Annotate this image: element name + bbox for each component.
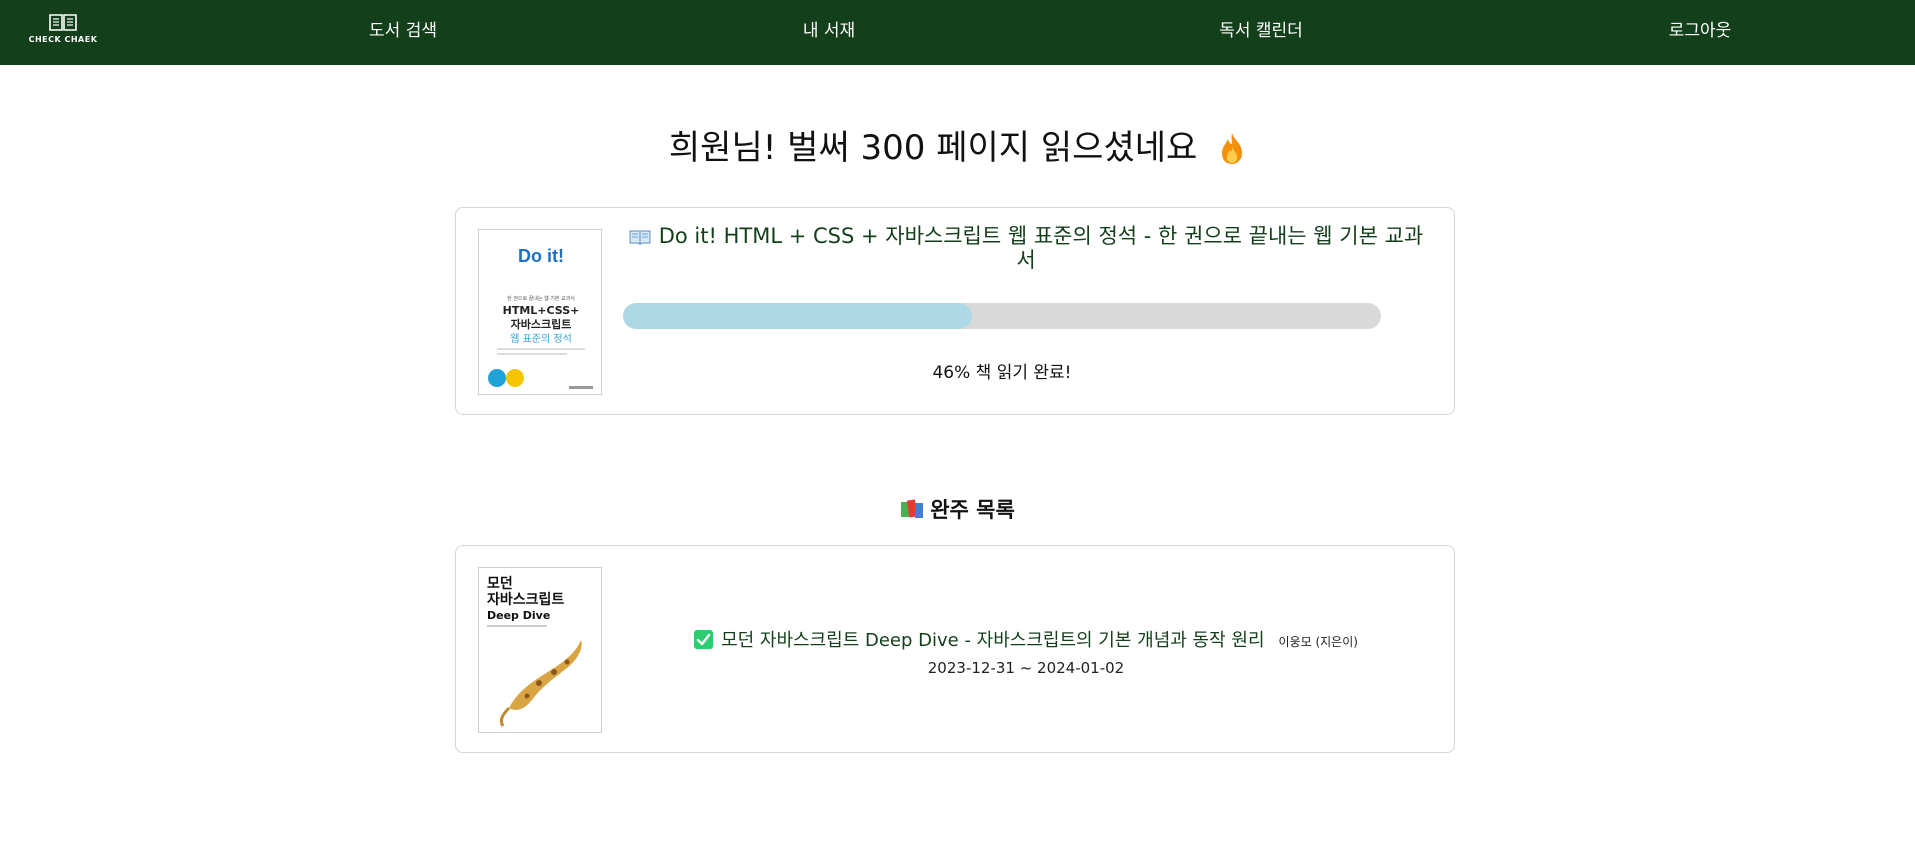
book-logo-icon: [49, 14, 77, 31]
nav-reading-calendar[interactable]: 독서 캘린더: [1219, 0, 1303, 65]
completed-cover-line2: 자바스크립트: [487, 592, 564, 608]
reading-title-text: Do it! HTML + CSS + 자바스크립트 웹 표준의 정석 - 한 …: [658, 224, 1424, 272]
completed-book-author: 이웅모 (지은이): [1278, 635, 1358, 649]
completed-book-title: 모던 자바스크립트 Deep Dive - 자바스크립트의 기본 개념과 동작 …: [721, 630, 1265, 651]
nav-logout[interactable]: 로그아웃: [1669, 0, 1732, 65]
open-book-icon: [629, 228, 651, 250]
cover-line2: 자바스크립트: [511, 317, 572, 331]
cover-line3: 웹 표준의 정석: [510, 333, 572, 345]
completed-book-cover[interactable]: 모던 자바스크립트 Deep Dive: [478, 567, 602, 733]
page-headline: 희원님! 벌써 300 페이지 읽으셨네요: [0, 120, 1915, 170]
books-icon: [900, 498, 924, 525]
top-navigation: CHECK CHAEK 도서 검색 내 서재 독서 캘린더 로그아웃: [0, 0, 1915, 65]
completed-cover-line1: 모던: [487, 575, 513, 592]
fire-icon: [1218, 131, 1246, 174]
check-mark-icon: [694, 630, 714, 653]
reading-progress-fill: [623, 303, 972, 329]
cover-brand: Do it!: [518, 246, 564, 266]
completed-cover-line3: Deep Dive: [487, 609, 550, 622]
completed-list-item[interactable]: 모던 자바스크립트 Deep Dive - 자바스크립트의 기본 개념과 동작 …: [626, 626, 1426, 677]
nav-book-search[interactable]: 도서 검색: [369, 0, 437, 65]
completed-section-title: 완주 목록: [0, 494, 1915, 525]
completed-book-dates: 2023-12-31 ~ 2024-01-02: [927, 659, 1125, 677]
reading-book-cover[interactable]: Do it! 한 권으로 끝내는 웹 기본 교과서 HTML+CSS+ 자바스크…: [478, 229, 602, 395]
logo[interactable]: CHECK CHAEK: [28, 12, 98, 52]
reading-book-title[interactable]: Do it! HTML + CSS + 자바스크립트 웹 표준의 정석 - 한 …: [626, 226, 1426, 271]
reading-progress-bar: [623, 303, 1381, 329]
reading-card: Do it! 한 권으로 끝내는 웹 기본 교과서 HTML+CSS+ 자바스크…: [455, 207, 1455, 415]
cover-line1: HTML+CSS+: [503, 304, 580, 317]
completed-section-title-text: 완주 목록: [930, 498, 1015, 522]
reading-progress-text: 46% 책 읽기 완료!: [932, 363, 1072, 383]
logo-text: CHECK CHAEK: [28, 35, 98, 44]
nav-my-library[interactable]: 내 서재: [803, 0, 855, 65]
cover-tagline: 한 권으로 끝내는 웹 기본 교과서: [507, 295, 575, 302]
completed-card: 모던 자바스크립트 Deep Dive 모던 자바스크립트 Deep Dive …: [455, 545, 1455, 753]
headline-text: 희원님! 벌써 300 페이지 읽으셨네요: [668, 128, 1198, 168]
